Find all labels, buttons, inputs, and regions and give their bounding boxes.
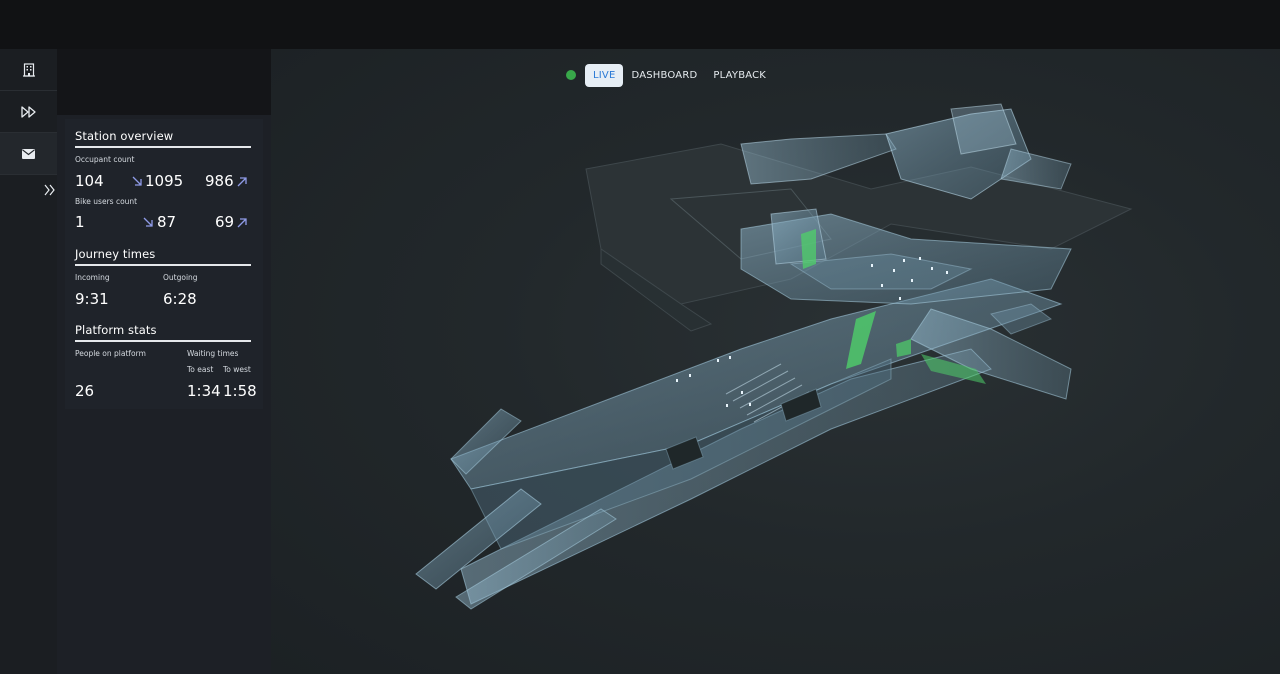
occupant-count-label: Occupant count <box>75 155 135 164</box>
arrow-up-right-icon <box>237 218 247 228</box>
stats-card: Station overview Occupant count 104 1095… <box>65 119 263 409</box>
fast-forward-icon <box>20 105 36 118</box>
tab-live[interactable]: LIVE <box>585 63 624 87</box>
occupant-current-value: 104 <box>75 172 104 190</box>
to-east-label: To east <box>187 365 214 374</box>
icon-rail <box>0 49 57 674</box>
arrow-down-right-icon <box>143 217 153 227</box>
rail-divider <box>0 174 57 175</box>
arrow-down-right-icon <box>132 176 142 186</box>
people-on-platform-value: 26 <box>75 382 95 400</box>
platform-stats-title: Platform stats <box>75 323 157 337</box>
mode-tabs: LIVE DASHBOARD PLAYBACK <box>566 63 774 87</box>
incoming-time-value: 9:31 <box>75 290 109 308</box>
bike-incoming-value: 87 <box>157 213 177 231</box>
people-on-platform-label: People on platform <box>75 349 146 358</box>
bike-current-value: 1 <box>75 213 85 231</box>
bike-users-label: Bike users count <box>75 197 138 206</box>
to-west-value: 1:58 <box>223 382 257 400</box>
tab-playback[interactable]: PLAYBACK <box>705 64 774 87</box>
to-west-label: To west <box>223 365 251 374</box>
top-bar <box>0 0 1280 49</box>
station-overview-title: Station overview <box>75 129 174 143</box>
waiting-times-label: Waiting times <box>187 349 239 358</box>
occupant-incoming-value: 1095 <box>145 172 184 190</box>
outgoing-time-value: 6:28 <box>163 290 197 308</box>
section-divider <box>75 340 251 342</box>
mail-icon <box>22 148 35 159</box>
arrow-up-right-icon <box>237 177 247 187</box>
section-divider <box>75 264 251 266</box>
playback-nav-button[interactable] <box>0 91 57 132</box>
panel-header <box>57 49 271 115</box>
outgoing-label: Outgoing <box>163 273 198 282</box>
to-east-value: 1:34 <box>187 382 221 400</box>
building-button[interactable] <box>0 49 57 90</box>
journey-times-title: Journey times <box>75 247 156 261</box>
station-model <box>415 103 1133 610</box>
messages-button[interactable] <box>0 133 57 174</box>
building-icon <box>22 62 35 77</box>
expand-chevron-icon <box>44 184 55 196</box>
incoming-label: Incoming <box>75 273 110 282</box>
tab-dashboard[interactable]: DASHBOARD <box>623 64 705 87</box>
section-divider <box>75 146 251 148</box>
live-status-dot <box>566 70 576 80</box>
bike-outgoing-value: 69 <box>215 213 235 231</box>
occupant-outgoing-value: 986 <box>205 172 234 190</box>
station-3d-view[interactable] <box>271 49 1280 674</box>
stats-panel: Station overview Occupant count 104 1095… <box>57 115 271 674</box>
